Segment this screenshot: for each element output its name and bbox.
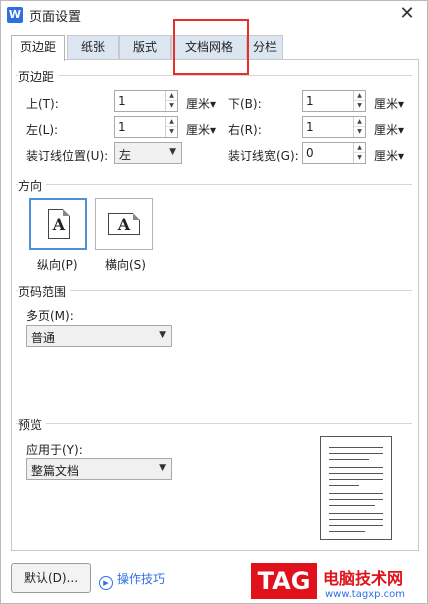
landscape-label[interactable]: 横向(S) bbox=[105, 256, 146, 273]
spin-up-icon[interactable]: ▲ bbox=[166, 91, 177, 101]
margins-panel: 页边距 上(T): 1 ▲ ▼ 厘米▾ 下(B): 1 ▲ ▼ 厘米▾ 左(L): … bbox=[11, 59, 419, 551]
gutter-position-label: 装订线位置(U): bbox=[26, 149, 109, 163]
apply-to-select[interactable]: 整篇文档 ▼ bbox=[26, 458, 172, 480]
operation-tips-link[interactable]: ▶ 操作技巧 bbox=[99, 570, 165, 590]
spin-down-icon[interactable]: ▼ bbox=[166, 101, 177, 111]
margins-group-label: 页边距 bbox=[18, 68, 59, 85]
tab-paper[interactable]: 纸张 bbox=[67, 35, 119, 59]
page-setup-dialog: W 页面设置 ✕ 页边距 纸张 版式 文档网格 分栏 页边距 上(T): 1 ▲… bbox=[0, 0, 428, 604]
spin-up-icon[interactable]: ▲ bbox=[166, 117, 177, 127]
tab-columns[interactable]: 分栏 bbox=[247, 35, 283, 59]
gutter-position-select[interactable]: 左 ▼ bbox=[114, 142, 182, 164]
watermark-url: www.tagxp.com bbox=[325, 589, 405, 600]
page-range-group-line bbox=[16, 290, 412, 291]
spin-down-icon[interactable]: ▼ bbox=[354, 127, 365, 137]
margins-group-line bbox=[16, 75, 412, 76]
right-margin-input[interactable]: 1 ▲ ▼ bbox=[302, 116, 366, 138]
spin-up-icon[interactable]: ▲ bbox=[354, 117, 365, 127]
chevron-down-icon: ▼ bbox=[169, 147, 176, 157]
left-margin-unit-dropdown[interactable]: 厘米▾ bbox=[186, 121, 216, 138]
close-icon[interactable]: ✕ bbox=[397, 3, 417, 24]
orientation-group-line bbox=[16, 184, 412, 185]
landscape-page-icon: A bbox=[108, 213, 140, 235]
multiple-pages-select[interactable]: 普通 ▼ bbox=[26, 325, 172, 347]
top-margin-input[interactable]: 1 ▲ ▼ bbox=[114, 90, 178, 112]
orientation-group-label: 方向 bbox=[18, 177, 47, 194]
bottom-margin-unit-dropdown[interactable]: 厘米▾ bbox=[374, 95, 404, 112]
chevron-down-icon: ▼ bbox=[159, 463, 166, 473]
portrait-label[interactable]: 纵向(P) bbox=[37, 256, 78, 273]
gutter-width-unit-dropdown[interactable]: 厘米▾ bbox=[374, 147, 404, 164]
spin-up-icon[interactable]: ▲ bbox=[354, 91, 365, 101]
preview-group-line bbox=[16, 423, 412, 424]
right-margin-label: 右(R): bbox=[228, 123, 262, 137]
left-margin-label: 左(L): bbox=[26, 123, 59, 137]
tab-layout[interactable]: 版式 bbox=[119, 35, 171, 59]
spin-down-icon[interactable]: ▼ bbox=[354, 101, 365, 111]
watermark-logo: TAG bbox=[251, 563, 317, 599]
apply-to-label: 应用于(Y): bbox=[26, 443, 83, 457]
chevron-down-icon: ▼ bbox=[159, 330, 166, 340]
right-margin-unit-dropdown[interactable]: 厘米▾ bbox=[374, 121, 404, 138]
top-margin-label: 上(T): bbox=[26, 97, 59, 111]
default-button[interactable]: 默认(D)... bbox=[11, 563, 91, 593]
spin-down-icon[interactable]: ▼ bbox=[354, 153, 365, 163]
tab-margins[interactable]: 页边距 bbox=[11, 35, 65, 61]
gutter-width-input[interactable]: 0 ▲ ▼ bbox=[302, 142, 366, 164]
left-margin-input[interactable]: 1 ▲ ▼ bbox=[114, 116, 178, 138]
bottom-margin-label: 下(B): bbox=[228, 97, 262, 111]
preview-group-label: 预览 bbox=[18, 416, 47, 433]
landscape-option[interactable]: A bbox=[95, 198, 153, 250]
bottom-margin-input[interactable]: 1 ▲ ▼ bbox=[302, 90, 366, 112]
page-range-group-label: 页码范围 bbox=[18, 283, 71, 300]
play-icon: ▶ bbox=[99, 576, 113, 590]
tab-document-grid[interactable]: 文档网格 bbox=[171, 35, 247, 59]
dialog-title: 页面设置 bbox=[29, 10, 82, 25]
gutter-width-label: 装订线宽(G): bbox=[228, 149, 299, 163]
watermark-title: 电脑技术网 bbox=[323, 569, 404, 588]
spin-down-icon[interactable]: ▼ bbox=[166, 127, 177, 137]
wps-app-icon: W bbox=[7, 7, 23, 23]
top-margin-unit-dropdown[interactable]: 厘米▾ bbox=[186, 95, 216, 112]
portrait-option[interactable]: A bbox=[29, 198, 87, 250]
multiple-pages-label: 多页(M): bbox=[26, 309, 74, 323]
page-preview bbox=[320, 436, 392, 540]
title-bar: W 页面设置 ✕ bbox=[1, 1, 427, 29]
portrait-page-icon: A bbox=[48, 209, 70, 239]
spin-up-icon[interactable]: ▲ bbox=[354, 143, 365, 153]
